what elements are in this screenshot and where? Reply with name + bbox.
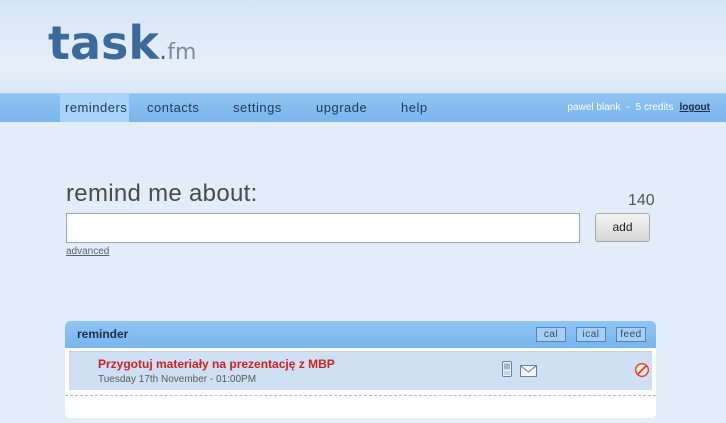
main-nav: reminders contacts settings upgrade help… bbox=[0, 93, 726, 122]
user-name: pawel blank bbox=[567, 102, 621, 113]
remind-label: remind me about: bbox=[66, 180, 258, 207]
reminder-date: Tuesday 17th November - 01:00PM bbox=[98, 374, 257, 385]
advanced-link[interactable]: advanced bbox=[66, 246, 109, 257]
reminder-text-input[interactable] bbox=[66, 213, 580, 243]
mail-icon[interactable] bbox=[520, 365, 537, 377]
panel-title: reminder bbox=[77, 327, 129, 341]
nav-item-upgrade[interactable]: upgrade bbox=[316, 94, 367, 122]
user-area: pawel blank -5 credits logout bbox=[568, 94, 711, 122]
reminders-panel: reminder cal ical feed Przygotuj materia… bbox=[65, 321, 656, 418]
logo-main-text: task bbox=[48, 16, 160, 70]
add-button[interactable]: add bbox=[595, 213, 650, 242]
reminder-row[interactable]: Przygotuj materiały na prezentację z MBP… bbox=[69, 351, 652, 390]
phone-icon[interactable] bbox=[502, 361, 512, 377]
site-logo[interactable]: task . fm bbox=[48, 16, 196, 76]
feed-button[interactable]: feed bbox=[616, 327, 646, 342]
logo-tld-text: fm bbox=[167, 40, 197, 65]
site-header: task . fm bbox=[0, 0, 726, 93]
char-counter: 140 bbox=[628, 192, 655, 209]
cal-button[interactable]: cal bbox=[536, 327, 566, 342]
delete-icon[interactable] bbox=[635, 363, 649, 377]
nav-item-contacts[interactable]: contacts bbox=[147, 94, 199, 122]
user-separator: - bbox=[626, 102, 630, 113]
user-credits: 5 credits bbox=[635, 102, 674, 113]
nav-item-reminders[interactable]: reminders bbox=[60, 94, 129, 122]
ical-button[interactable]: ical bbox=[576, 327, 606, 342]
nav-item-help[interactable]: help bbox=[401, 94, 428, 122]
row-separator bbox=[65, 395, 656, 396]
logo-dot: . bbox=[159, 36, 168, 66]
reminder-title[interactable]: Przygotuj materiały na prezentację z MBP bbox=[98, 357, 335, 371]
nav-item-settings[interactable]: settings bbox=[233, 94, 282, 122]
logout-link[interactable]: logout bbox=[679, 102, 710, 113]
panel-header: reminder cal ical feed bbox=[65, 321, 656, 348]
